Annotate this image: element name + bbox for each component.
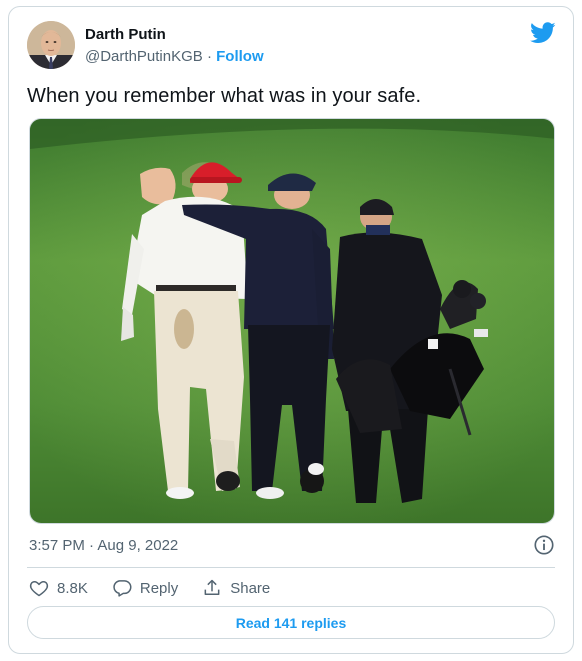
author-avatar[interactable]: [27, 21, 75, 69]
info-icon[interactable]: [533, 534, 555, 556]
avatar-portrait: [27, 21, 75, 69]
read-replies-button[interactable]: Read 141 replies: [27, 606, 555, 639]
reply-button[interactable]: Reply: [112, 578, 178, 598]
like-button[interactable]: 8.8K: [29, 578, 88, 598]
tweet-timestamp[interactable]: 3:57 PM · Aug 9, 2022: [29, 537, 178, 554]
share-button[interactable]: Share: [202, 578, 270, 598]
author-handle-row: @DarthPutinKGB · Follow: [85, 48, 264, 65]
tweet-actions: 8.8K Reply Share: [29, 576, 294, 600]
divider: [27, 567, 555, 568]
share-label: Share: [230, 579, 271, 597]
twitter-bird-icon[interactable]: [530, 22, 556, 44]
follow-button[interactable]: Follow: [216, 48, 264, 65]
tweet-card: Darth Putin @DarthPutinKGB · Follow When…: [8, 6, 574, 654]
share-upload-icon: [204, 579, 220, 595]
reply-bubble-icon: [113, 580, 132, 597]
golf-course-photo: [30, 119, 554, 523]
handle-separator: ·: [206, 48, 217, 65]
like-count: 8.8K: [57, 579, 88, 597]
reply-label: Reply: [139, 579, 179, 597]
tweet-text: When you remember what was in your safe.: [27, 85, 422, 107]
heart-icon: [29, 581, 49, 597]
author-handle[interactable]: @DarthPutinKGB: [85, 48, 203, 65]
author-name[interactable]: Darth Putin: [85, 26, 166, 43]
tweet-photo[interactable]: [29, 118, 555, 524]
